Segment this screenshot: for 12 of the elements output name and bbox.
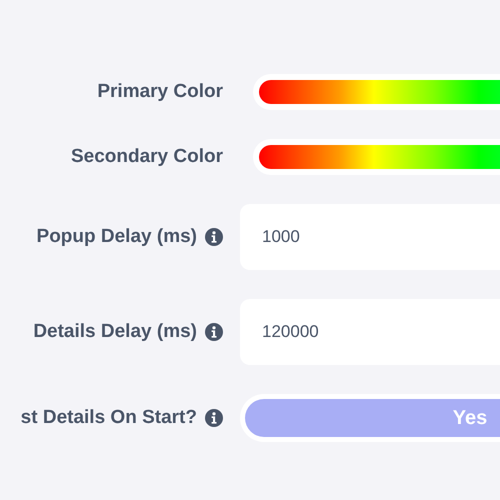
color-gradient-picker[interactable] (253, 139, 500, 175)
color-gradient-picker[interactable] (253, 74, 500, 110)
setting-label: Popup Delay (ms) (36, 224, 197, 249)
number-field[interactable]: 1000 (240, 204, 500, 270)
number-field[interactable]: 120000 (240, 299, 500, 365)
setting-label: st Details On Start? (20, 406, 197, 430)
setting-label: Primary Color (97, 80, 223, 104)
info-icon[interactable] (205, 323, 223, 341)
setting-label: Secondary Color (70, 144, 223, 169)
setting-label: Details Delay (ms) (33, 320, 197, 344)
info-icon[interactable] (205, 409, 223, 427)
info-icon[interactable] (205, 228, 223, 246)
